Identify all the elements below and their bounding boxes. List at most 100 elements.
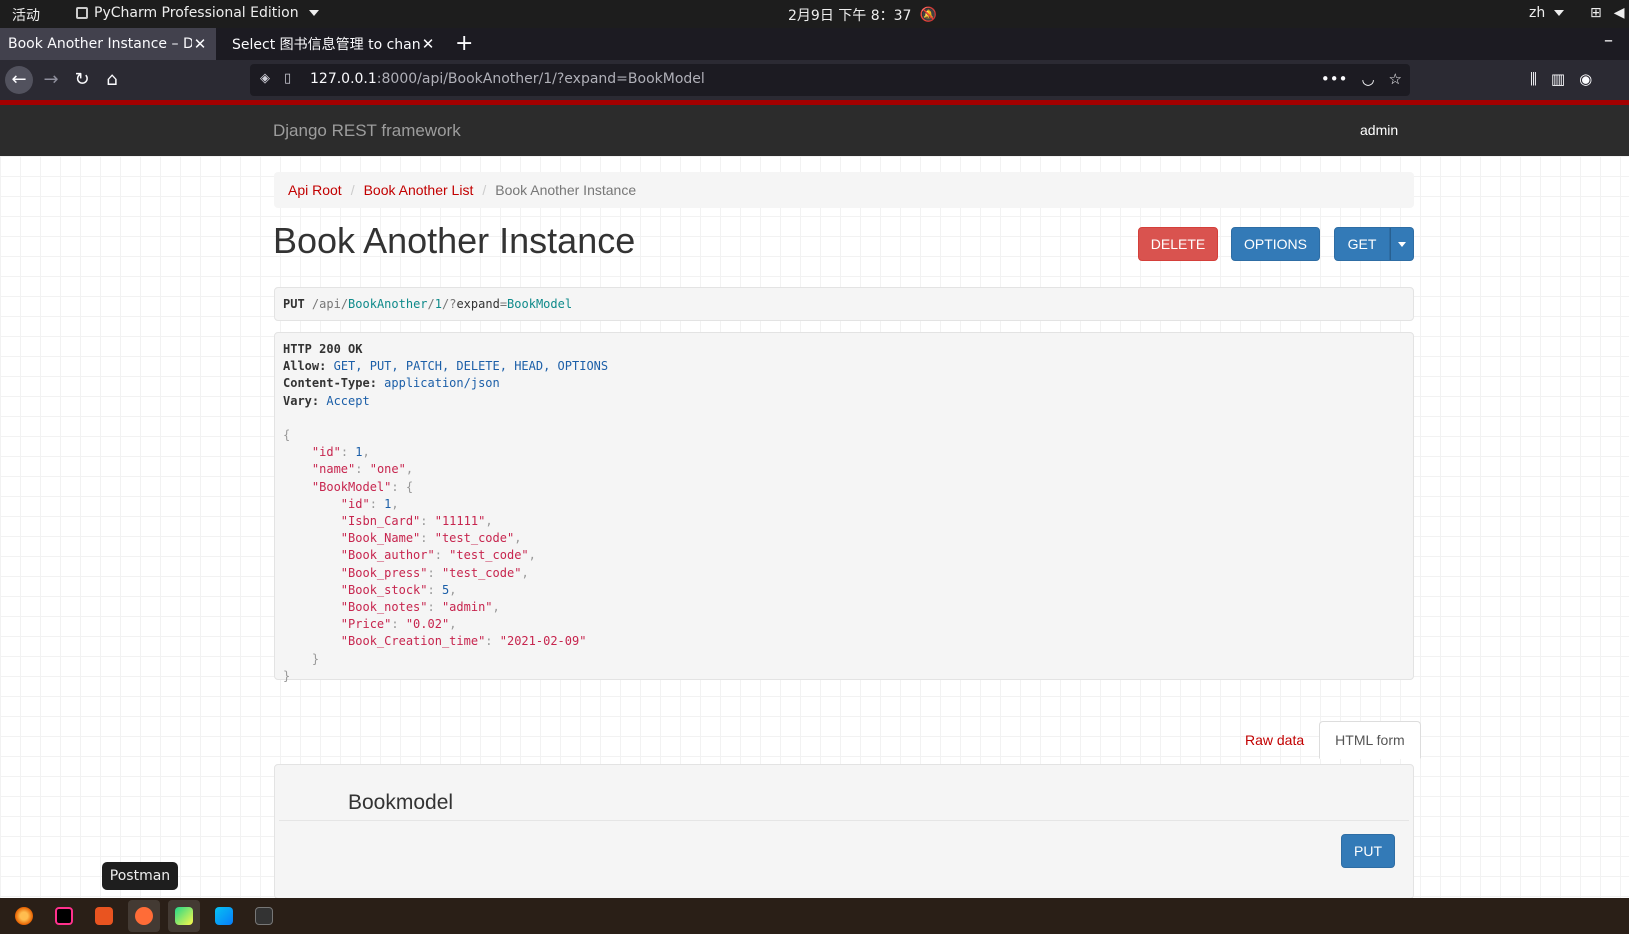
json-id-value: 1 xyxy=(355,445,363,460)
get-button[interactable]: GET xyxy=(1334,227,1390,261)
json-value: "test_code" xyxy=(449,548,529,563)
pycharm-icon xyxy=(175,907,193,925)
json-field-line: "Book_author": "test_code", xyxy=(340,548,536,563)
json-name-value: "one" xyxy=(369,462,406,477)
drf-navbar: Django REST framework admin xyxy=(0,105,1629,156)
chevron-down-icon xyxy=(1398,241,1406,247)
json-key: "Isbn_Card" xyxy=(340,514,421,529)
sidebar-icon[interactable]: ▥ xyxy=(1551,70,1565,88)
bookmark-star-icon[interactable]: ☆ xyxy=(1389,70,1402,88)
vary-value: Accept xyxy=(326,393,370,408)
json-key: "Price" xyxy=(340,617,392,632)
json-key: "Book_Creation_time" xyxy=(340,634,486,649)
pocket-icon[interactable]: ◡ xyxy=(1361,70,1374,88)
json-key: "Book_notes" xyxy=(340,600,428,615)
dock xyxy=(0,898,1629,934)
browser-nav-bar: ← → ↻ ⌂ ◈ ▯ 127.0.0.1:8000/api/BookAnoth… xyxy=(0,60,1629,100)
page-actions-icon[interactable]: ••• xyxy=(1321,70,1348,88)
json-field-line: "Book_notes": "admin", xyxy=(340,600,500,615)
tab-book-another-instance[interactable]: Book Another Instance – Dja ✕ xyxy=(0,28,216,60)
request-path-sep: / xyxy=(427,297,435,311)
reload-icon[interactable]: ↻ xyxy=(68,66,96,94)
tab-title: Book Another Instance – Dja xyxy=(8,36,192,52)
options-button[interactable]: OPTIONS xyxy=(1231,227,1320,261)
library-icon[interactable]: ⫼ xyxy=(1530,70,1537,88)
system-top-bar: 活动 PyCharm Professional Edition 2月9日 下午 … xyxy=(0,0,1629,28)
volume-icon: ◀ xyxy=(1613,5,1625,21)
request-info: PUT /api/BookAnother/1/?expand=BookModel xyxy=(274,287,1414,321)
dock-software[interactable] xyxy=(88,900,120,932)
browser-tab-strip: Book Another Instance – Dja ✕ Select 图书信… xyxy=(0,28,1629,60)
close-tab-icon[interactable]: ✕ xyxy=(420,35,436,53)
home-icon[interactable]: ⌂ xyxy=(98,66,126,94)
user-menu[interactable]: admin xyxy=(1360,122,1398,138)
json-key: "id" xyxy=(340,496,370,511)
response-info: HTTP 200 OK Allow: GET, PUT, PATCH, DELE… xyxy=(274,332,1414,683)
request-path-prefix: /api/ xyxy=(311,297,349,311)
input-method-menu[interactable]: zh xyxy=(1529,5,1564,21)
json-key: "name" xyxy=(311,462,356,477)
request-path-seg: BookAnother xyxy=(348,297,428,311)
dock-pycharm[interactable] xyxy=(168,900,200,932)
chevron-down-icon xyxy=(1553,10,1564,16)
network-icon: ⊞ xyxy=(1590,5,1602,21)
request-query-param: expand xyxy=(456,297,500,311)
request-query-value: BookModel xyxy=(507,297,573,311)
clock[interactable]: 2月9日 下午 8：37 🔕 xyxy=(788,5,937,25)
dock-firefox[interactable] xyxy=(8,900,40,932)
vary-label: Vary: xyxy=(283,393,320,408)
allow-label: Allow: xyxy=(283,359,327,374)
chevron-down-icon xyxy=(308,10,319,16)
breadcrumb-separator: / xyxy=(350,182,355,198)
account-icon[interactable]: ◉ xyxy=(1579,70,1592,88)
back-icon[interactable]: ← xyxy=(5,66,33,94)
dock-tooltip: Postman xyxy=(102,862,178,890)
json-key: "Book_Name" xyxy=(340,531,421,546)
minimize-icon[interactable]: – xyxy=(1604,30,1613,51)
notifications-off-icon: 🔕 xyxy=(919,7,937,23)
tab-title: Select 图书信息管理 to chan xyxy=(232,37,420,53)
new-tab-icon[interactable]: + xyxy=(455,31,473,56)
pycharm-small-icon xyxy=(76,7,88,19)
system-menu[interactable]: ⊞ ◀ xyxy=(1590,5,1625,21)
app-menu-label: PyCharm Professional Edition xyxy=(94,5,299,21)
lang-label: zh xyxy=(1529,5,1546,21)
page-info-icon[interactable]: ▯ xyxy=(284,71,291,86)
page-content: Api Root / Book Another List / Book Anot… xyxy=(0,156,1629,899)
json-value: "2021-02-09" xyxy=(499,634,587,649)
tab-select-book-info[interactable]: Select 图书信息管理 to chan ✕ xyxy=(224,28,444,60)
dock-jetbrains-toolbox[interactable] xyxy=(48,900,80,932)
url-path: :8000/api/BookAnother/1/?expand=BookMode… xyxy=(376,71,705,87)
tracking-protection-icon[interactable]: ◈ xyxy=(260,71,270,86)
json-field-line: "Book_Name": "test_code", xyxy=(340,531,522,546)
form-legend: Bookmodel xyxy=(348,791,454,814)
delete-button[interactable]: DELETE xyxy=(1138,227,1218,261)
html-form-panel: Bookmodel PUT xyxy=(274,764,1414,899)
breadcrumb-api-root[interactable]: Api Root xyxy=(288,182,342,198)
get-format-dropdown[interactable] xyxy=(1390,227,1414,261)
activities-button[interactable]: 活动 xyxy=(12,5,40,25)
tab-html-form[interactable]: HTML form xyxy=(1319,721,1421,759)
terminal-icon xyxy=(255,907,273,925)
tab-raw-data[interactable]: Raw data xyxy=(1230,721,1319,759)
breadcrumb-book-another-list[interactable]: Book Another List xyxy=(364,182,474,198)
webstorm-icon xyxy=(215,907,233,925)
app-menu[interactable]: PyCharm Professional Edition xyxy=(76,5,319,21)
json-key: "Book_stock" xyxy=(340,582,428,597)
dock-terminal[interactable] xyxy=(248,900,280,932)
forward-icon[interactable]: → xyxy=(37,66,65,94)
close-tab-icon[interactable]: ✕ xyxy=(192,35,208,53)
json-field-line: "id": 1, xyxy=(340,496,399,511)
breadcrumb-current: Book Another Instance xyxy=(495,182,637,198)
dock-postman[interactable] xyxy=(128,900,160,932)
breadcrumb: Api Root / Book Another List / Book Anot… xyxy=(274,172,1414,208)
json-field-line: "Book_press": "test_code", xyxy=(340,565,529,580)
put-button[interactable]: PUT xyxy=(1341,834,1395,868)
dock-webstorm[interactable] xyxy=(208,900,240,932)
json-value: "0.02" xyxy=(405,617,450,632)
divider xyxy=(279,820,1409,821)
url-bar[interactable]: ◈ ▯ 127.0.0.1:8000/api/BookAnother/1/?ex… xyxy=(250,64,1410,96)
drf-brand-link[interactable]: Django REST framework xyxy=(273,121,461,141)
request-path-id: 1 xyxy=(434,297,442,311)
json-field-line: "Isbn_Card": "11111", xyxy=(340,514,493,529)
